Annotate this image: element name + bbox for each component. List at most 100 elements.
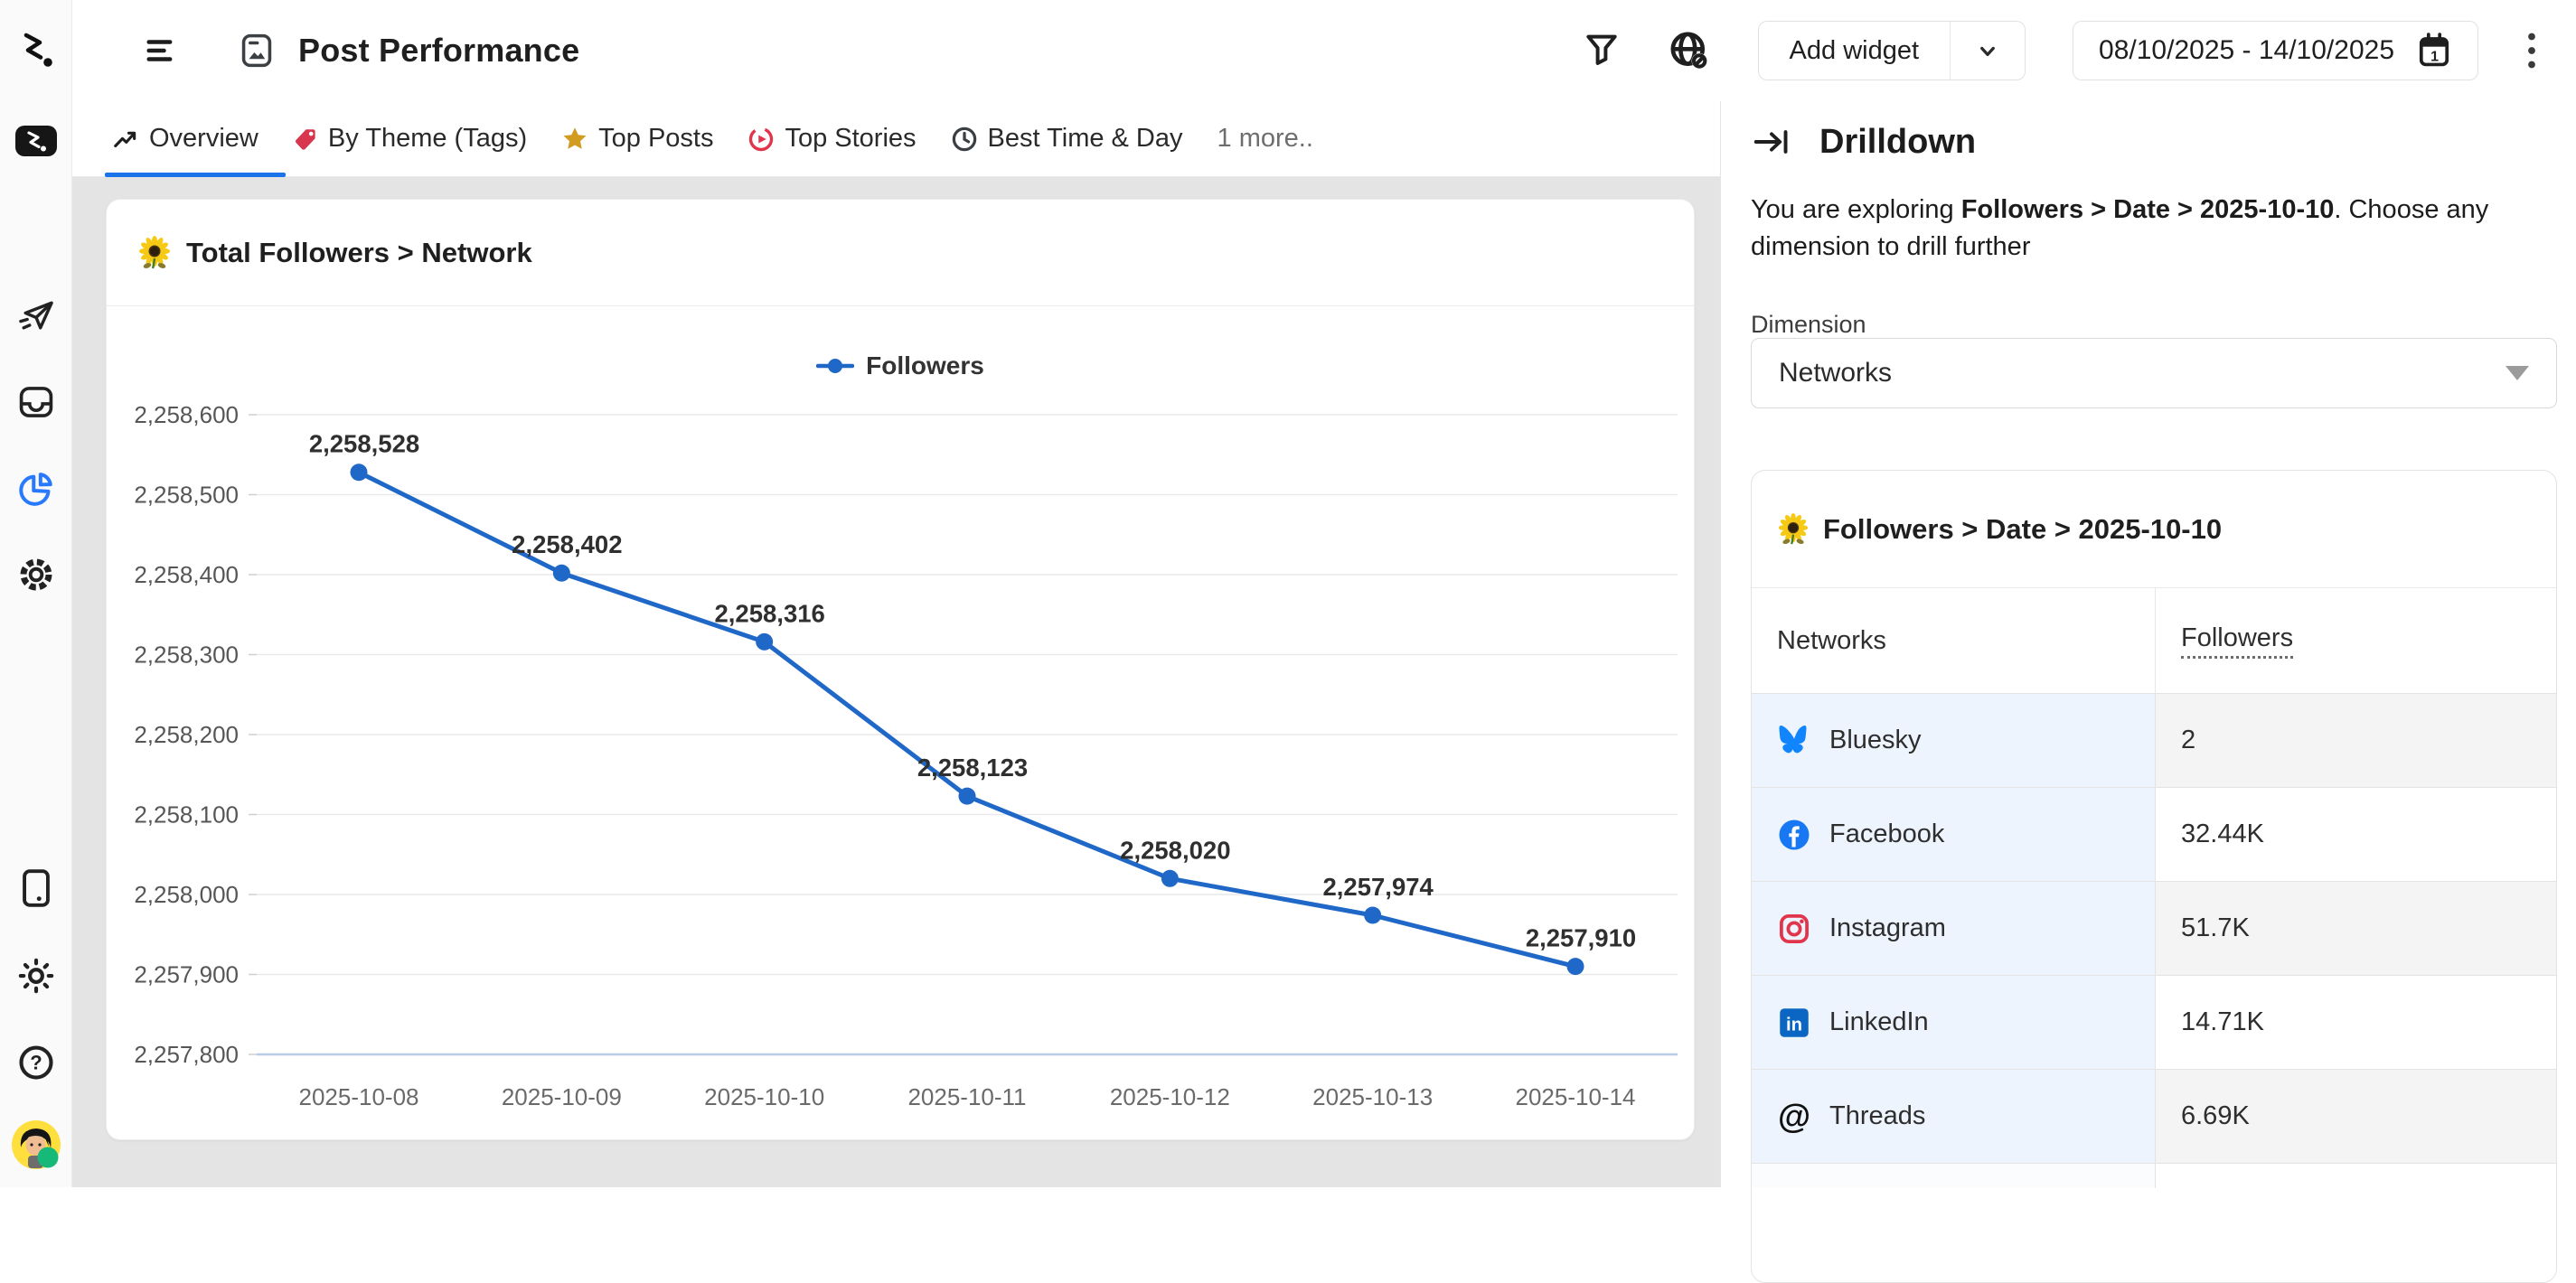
tab-bar: Overview By Theme (Tags) Top Posts Top S… xyxy=(72,101,1720,177)
top-header: Post Performance Add widget 08/10/2025 -… xyxy=(72,0,2576,101)
chart-gridlines xyxy=(249,415,1678,1054)
add-widget-label[interactable]: Add widget xyxy=(1759,22,1951,80)
x-axis-labels: 2025-10-082025-10-092025-10-102025-10-11… xyxy=(299,1083,1636,1110)
tag-icon xyxy=(293,126,318,152)
svg-text:2,257,900: 2,257,900 xyxy=(134,961,239,988)
svg-text:2025-10-11: 2025-10-11 xyxy=(907,1083,1026,1110)
help-icon[interactable]: ? xyxy=(16,1043,56,1082)
svg-text:2,258,402: 2,258,402 xyxy=(512,530,622,558)
svg-text:?: ? xyxy=(30,1052,42,1074)
play-circle-icon xyxy=(747,126,775,153)
column-header-followers[interactable]: Followers xyxy=(2156,588,2556,693)
user-avatar[interactable] xyxy=(10,1119,62,1171)
tab-top-posts[interactable]: Top Posts xyxy=(561,124,713,154)
table-row-threads[interactable]: @ Threads 6.69K xyxy=(1752,1069,2556,1163)
data-point xyxy=(553,565,570,582)
network-label: LinkedIn xyxy=(1829,1007,1929,1037)
settings-gear-icon[interactable] xyxy=(16,555,56,595)
followers-value: 32.44K xyxy=(2156,788,2556,881)
tab-label: By Theme (Tags) xyxy=(328,124,527,154)
analytics-pie-icon[interactable] xyxy=(16,468,56,508)
line-chart[interactable]: 2,257,8002,257,9002,258,0002,258,1002,25… xyxy=(107,306,1694,1139)
drilldown-title: Drilldown xyxy=(1819,123,1976,162)
network-label: Bluesky xyxy=(1829,726,1922,755)
svg-text:2,258,100: 2,258,100 xyxy=(134,801,239,829)
svg-text:1: 1 xyxy=(2430,49,2439,65)
tab-label: Overview xyxy=(149,124,259,154)
brand-logo-icon[interactable] xyxy=(15,29,57,70)
mobile-preview-icon[interactable] xyxy=(18,868,54,908)
sunflower-icon xyxy=(137,236,172,270)
drilldown-panel: Drilldown You are exploring Followers > … xyxy=(1720,101,2576,1187)
date-range-button[interactable]: 08/10/2025 - 14/10/2025 1 xyxy=(2073,21,2478,80)
drilldown-icon xyxy=(1751,121,1792,163)
svg-text:2,258,316: 2,258,316 xyxy=(714,599,824,627)
dimension-select[interactable]: Networks xyxy=(1751,338,2557,408)
add-widget-button: Add widget xyxy=(1758,21,2026,80)
svg-text:2025-10-08: 2025-10-08 xyxy=(299,1083,419,1110)
data-point xyxy=(1567,958,1584,975)
facebook-icon xyxy=(1777,818,1811,852)
followers-value: 14.71K xyxy=(2156,976,2556,1069)
send-icon[interactable] xyxy=(17,298,55,336)
column-header-networks[interactable]: Networks xyxy=(1752,588,2156,693)
linkedin-icon: in xyxy=(1777,1006,1811,1040)
drilldown-card-title: Followers > Date > 2025-10-10 xyxy=(1823,513,2222,546)
chart-card-header: Total Followers > Network xyxy=(107,200,1694,306)
svg-text:2,258,200: 2,258,200 xyxy=(134,721,239,748)
report-icon xyxy=(237,32,277,70)
instagram-icon xyxy=(1777,912,1811,946)
table-row-linkedin[interactable]: in LinkedIn 14.71K xyxy=(1752,975,2556,1069)
trend-icon xyxy=(112,126,139,152)
add-widget-dropdown[interactable] xyxy=(1950,22,2025,80)
drilldown-description: You are exploring Followers > Date > 202… xyxy=(1751,192,2564,266)
tab-top-stories[interactable]: Top Stories xyxy=(747,124,916,154)
y-axis-labels: 2,257,8002,257,9002,258,0002,258,1002,25… xyxy=(134,401,239,1068)
table-row-bluesky[interactable]: Bluesky 2 xyxy=(1752,693,2556,787)
svg-text:2,258,123: 2,258,123 xyxy=(917,754,1028,782)
data-point xyxy=(959,788,976,805)
hamburger-menu-icon[interactable] xyxy=(143,36,177,65)
svg-text:2025-10-14: 2025-10-14 xyxy=(1516,1083,1636,1110)
brightness-icon[interactable] xyxy=(16,956,56,996)
tab-label: 1 more.. xyxy=(1217,124,1313,154)
followers-value: 51.7K xyxy=(2156,882,2556,975)
svg-text:2025-10-13: 2025-10-13 xyxy=(1312,1083,1433,1110)
network-label: Facebook xyxy=(1829,819,1944,849)
clock-icon xyxy=(951,126,978,153)
network-label: Threads xyxy=(1829,1101,1925,1131)
followers-value: 6.69K xyxy=(2156,1070,2556,1163)
data-point xyxy=(1364,907,1381,924)
tab-label: Top Posts xyxy=(598,124,713,154)
tab-by-theme[interactable]: By Theme (Tags) xyxy=(293,124,527,154)
data-labels: 2,258,5282,258,4022,258,3162,258,1232,25… xyxy=(309,430,1636,952)
chart-widget-card: Total Followers > Network Followers 2,25… xyxy=(106,199,1695,1140)
star-icon xyxy=(561,126,588,153)
data-point xyxy=(1161,870,1179,887)
svg-text:2,258,000: 2,258,000 xyxy=(134,881,239,908)
table-row-instagram[interactable]: Instagram 51.7K xyxy=(1752,881,2556,975)
tab-more[interactable]: 1 more.. xyxy=(1217,124,1313,154)
threads-icon: @ xyxy=(1777,1100,1811,1134)
kebab-menu-icon[interactable] xyxy=(2525,31,2538,70)
tab-best-time[interactable]: Best Time & Day xyxy=(951,124,1183,154)
svg-text:2,258,500: 2,258,500 xyxy=(134,482,239,509)
drilldown-table-card: Followers > Date > 2025-10-10 Networks F… xyxy=(1751,470,2557,1283)
bluesky-icon xyxy=(1777,724,1811,758)
svg-text:2,258,020: 2,258,020 xyxy=(1120,836,1230,864)
workspace-badge[interactable] xyxy=(14,125,58,157)
inbox-icon[interactable] xyxy=(17,383,55,421)
tab-label: Best Time & Day xyxy=(988,124,1183,154)
dimension-value: Networks xyxy=(1779,358,1892,389)
tab-overview[interactable]: Overview xyxy=(112,124,259,154)
drilldown-header: Drilldown xyxy=(1751,121,1976,163)
globe-link-icon[interactable] xyxy=(1668,29,1711,72)
date-range-text: 08/10/2025 - 14/10/2025 xyxy=(2099,35,2394,66)
svg-text:2025-10-09: 2025-10-09 xyxy=(502,1083,622,1110)
drilldown-card-header: Followers > Date > 2025-10-10 xyxy=(1752,471,2556,588)
chart-title: Total Followers > Network xyxy=(186,237,532,269)
svg-text:2,257,974: 2,257,974 xyxy=(1322,873,1434,901)
table-row-facebook[interactable]: Facebook 32.44K xyxy=(1752,787,2556,881)
filter-icon[interactable] xyxy=(1583,31,1621,70)
svg-text:2,258,600: 2,258,600 xyxy=(134,401,239,428)
